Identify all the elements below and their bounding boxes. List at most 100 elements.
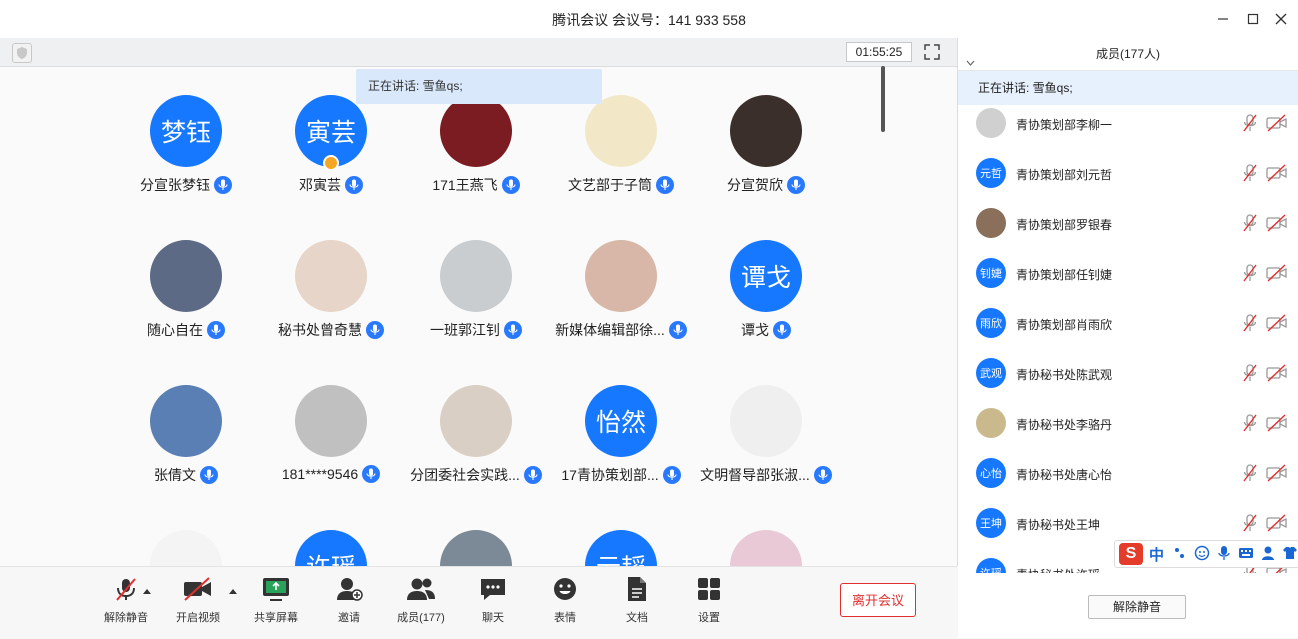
minimize-icon[interactable]	[1212, 8, 1234, 30]
member-name: 青协秘书处唐心怡	[1016, 468, 1113, 482]
participant-avatar	[440, 385, 512, 457]
mic-icon	[362, 465, 381, 483]
member-row[interactable]: 元哲 青协策划部刘元哲	[958, 148, 1298, 198]
window-title: 腾讯会议 会议号：141 933 558	[552, 12, 746, 28]
participant-avatar: 许瑶	[295, 530, 367, 566]
gallery-scrollbar[interactable]	[881, 66, 885, 132]
leave-meeting-button[interactable]: 离开会议	[840, 583, 916, 617]
participant-name: 秘书处曾奇慧	[278, 322, 362, 338]
participant-avatar	[730, 385, 802, 457]
participant-name-row: 文明督导部张淑...	[691, 465, 841, 485]
mic-off-icon[interactable]	[1242, 414, 1258, 432]
participant-name: 张倩文	[154, 467, 196, 483]
participant-name-row: 张倩文	[111, 465, 261, 485]
camera-off-icon[interactable]	[1266, 464, 1288, 482]
mic-off-icon[interactable]	[1242, 314, 1258, 332]
docs-button[interactable]: 文档	[602, 575, 672, 625]
member-name: 青协策划部任钊婕	[1016, 268, 1113, 282]
ime-user-icon[interactable]	[1259, 544, 1277, 562]
start-video-button[interactable]: 开启视频	[163, 575, 233, 625]
member-name: 青协策划部李柳一	[1016, 118, 1113, 132]
participant-name: 文明督导部张淑...	[700, 467, 810, 483]
member-row[interactable]: 雨欣 青协策划部肖雨欣	[958, 298, 1298, 348]
gallery-topbar: 01:55:25	[0, 38, 957, 67]
member-avatar: 武观	[976, 358, 1006, 388]
participant-name-row: 分宣张梦钰	[111, 175, 261, 195]
member-name: 青协秘书处王坤	[1016, 518, 1101, 532]
ime-toolbar[interactable]: S 中	[1114, 540, 1298, 568]
ime-punctuation-icon[interactable]	[1171, 544, 1189, 562]
invite-label: 邀请	[338, 612, 360, 624]
mic-off-icon[interactable]	[1242, 364, 1258, 382]
mic-off-icon[interactable]	[1242, 264, 1258, 282]
sogou-logo-icon[interactable]: S	[1119, 543, 1143, 565]
participant-name: 随心自在	[147, 322, 203, 338]
member-list[interactable]: 青协策划部李柳一 元哲 青协策划部刘元哲 青协策划部罗银春 钊婕 青协策划部任钊婕 雨欣 青协…	[958, 105, 1298, 573]
share-screen-button[interactable]: 共享屏幕	[241, 575, 311, 625]
mic-off-icon[interactable]	[1242, 114, 1258, 132]
add-user-icon	[337, 578, 363, 601]
member-avatar	[976, 108, 1006, 138]
members-button[interactable]: 成员(177)	[386, 575, 456, 625]
participant-avatar	[585, 95, 657, 167]
participant-name: 分团委社会实践...	[410, 467, 520, 483]
mic-icon	[200, 466, 218, 484]
close-icon[interactable]	[1270, 8, 1292, 30]
ime-chinese-mode[interactable]: 中	[1149, 544, 1164, 565]
member-row[interactable]: 钊婕 青协策划部任钊婕	[958, 248, 1298, 298]
member-row[interactable]: 心怡 青协秘书处唐心怡	[958, 448, 1298, 498]
reactions-button[interactable]: 表情	[530, 575, 600, 625]
mic-off-icon[interactable]	[1242, 214, 1258, 232]
mic-icon	[773, 321, 791, 339]
member-avatar: 王坤	[976, 508, 1006, 538]
participant-avatar	[295, 385, 367, 457]
maximize-icon[interactable]	[1242, 8, 1264, 30]
settings-grid-icon	[698, 578, 720, 600]
camera-off-icon[interactable]	[1266, 364, 1288, 382]
chevron-down-icon[interactable]	[966, 48, 975, 66]
chat-button[interactable]: 聊天	[458, 575, 528, 625]
camera-off-icon[interactable]	[1266, 164, 1288, 182]
unmute-button[interactable]: 解除静音	[91, 575, 161, 625]
member-row[interactable]: 青协秘书处李骆丹	[958, 398, 1298, 448]
security-shield-icon[interactable]	[12, 43, 32, 63]
unmute-all-button[interactable]: 解除静音	[1088, 595, 1186, 619]
camera-off-icon[interactable]	[1266, 214, 1288, 232]
camera-off-icon[interactable]	[1266, 114, 1288, 132]
participant-name-row: 新媒体编辑部徐...	[546, 320, 696, 340]
video-gallery: 01:55:25 梦钰 分宣张梦钰 寅芸 邓寅芸 171王燕飞 文艺部于子筒 分宣贺欣 随心自…	[0, 38, 958, 566]
member-row[interactable]: 青协策划部李柳一	[958, 105, 1298, 148]
participant-avatar: 怡然	[585, 385, 657, 457]
mic-off-icon[interactable]	[1242, 464, 1258, 482]
member-avatar	[976, 208, 1006, 238]
meeting-timer: 01:55:25	[846, 42, 912, 62]
participant-name-row: 谭戈	[691, 320, 841, 340]
mic-off-icon[interactable]	[1242, 514, 1258, 532]
fullscreen-icon[interactable]	[922, 42, 942, 62]
member-row[interactable]: 武观 青协秘书处陈武观	[958, 348, 1298, 398]
host-badge-icon	[323, 155, 339, 171]
settings-label: 设置	[698, 612, 720, 624]
invite-button[interactable]: 邀请	[314, 575, 384, 625]
ime-keyboard-icon[interactable]	[1237, 544, 1255, 562]
member-row[interactable]: 青协策划部罗银春	[958, 198, 1298, 248]
title-bar: 腾讯会议 会议号：141 933 558	[0, 0, 1298, 38]
members-label: 成员(177)	[397, 612, 445, 624]
member-avatar: 雨欣	[976, 308, 1006, 338]
ime-voice-icon[interactable]	[1215, 544, 1233, 562]
participant-avatar	[150, 385, 222, 457]
camera-off-icon[interactable]	[1266, 264, 1288, 282]
camera-off-icon[interactable]	[1266, 414, 1288, 432]
mic-off-icon[interactable]	[1242, 164, 1258, 182]
ime-skin-icon[interactable]	[1281, 544, 1298, 562]
participant-name-row: 17青协策划部...	[546, 465, 696, 485]
camera-off-icon[interactable]	[1266, 514, 1288, 532]
mic-icon	[207, 321, 225, 339]
member-name: 青协策划部刘元哲	[1016, 168, 1113, 182]
participant-name: 一班郭江钊	[430, 322, 500, 338]
participant-avatar	[150, 240, 222, 312]
settings-button[interactable]: 设置	[674, 575, 744, 625]
meeting-toolbar: 解除静音 开启视频 共享屏幕 邀请 成员(177) 聊天 表情 文档 设置	[0, 566, 957, 639]
camera-off-icon[interactable]	[1266, 314, 1288, 332]
ime-emoji-icon[interactable]	[1193, 544, 1211, 562]
